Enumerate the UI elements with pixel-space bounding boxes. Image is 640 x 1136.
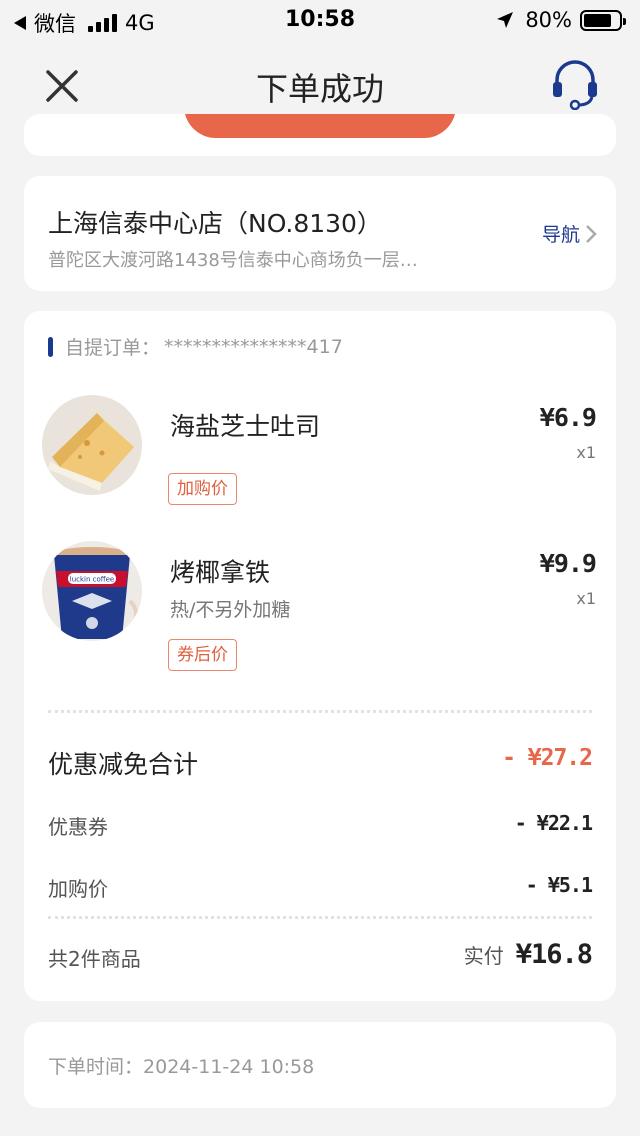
order-item[interactable]: luckin coffee 烤椰拿铁 热/不另外加糖 券后价 ¥9.9 x1 bbox=[24, 541, 616, 671]
item-quantity: x1 bbox=[576, 443, 596, 462]
order-success-page: 微信 4G 10:58 80% 下单成功 上海信泰中心店（NO.8130） 普陀… bbox=[0, 0, 640, 1136]
battery-icon bbox=[580, 9, 626, 31]
price-tag: 加购价 bbox=[168, 473, 237, 505]
order-number: ***************417 bbox=[164, 335, 343, 358]
page-title: 下单成功 bbox=[255, 70, 384, 108]
product-image-toast bbox=[42, 395, 142, 495]
navigate-label: 导航 bbox=[541, 224, 580, 246]
price-tag: 券后价 bbox=[168, 639, 237, 671]
order-time-value: 2024-11-24 10:58 bbox=[143, 1056, 315, 1078]
addon-value: - ¥5.1 bbox=[525, 873, 593, 897]
item-name: 烤椰拿铁 bbox=[170, 558, 271, 587]
location-arrow-icon bbox=[497, 12, 514, 28]
order-time-label: 下单时间： bbox=[48, 1056, 144, 1078]
item-spec: 热/不另外加糖 bbox=[170, 599, 291, 621]
item-price: ¥9.9 bbox=[539, 549, 597, 578]
headset-icon bbox=[553, 60, 597, 111]
item-price: ¥6.9 bbox=[539, 403, 597, 432]
status-bar: 微信 4G 10:58 80% bbox=[0, 0, 640, 40]
chevron-right-icon bbox=[586, 224, 597, 243]
coupon-value: - ¥22.1 bbox=[514, 811, 593, 835]
customer-service-button[interactable] bbox=[550, 58, 600, 111]
battery-percent: 80% bbox=[525, 8, 572, 32]
paid-value: ¥16.8 bbox=[515, 939, 593, 970]
order-type-label: 自提订单： bbox=[65, 337, 161, 359]
battery-cap bbox=[623, 17, 626, 25]
navigate-button[interactable]: 导航 bbox=[542, 220, 598, 247]
paid-amount: 实付 ¥16.8 bbox=[463, 939, 593, 970]
store-address: 普陀区大渡河路1438号信泰中心商场负一层… bbox=[48, 250, 418, 271]
divider bbox=[48, 916, 592, 919]
item-count-label: 共2件商品 bbox=[48, 947, 141, 971]
order-time: 下单时间：2024-11-24 10:58 bbox=[48, 1052, 314, 1079]
status-right: 80% bbox=[495, 8, 626, 32]
product-image-latte: luckin coffee bbox=[42, 541, 142, 641]
order-header: 自提订单： ***************417 bbox=[48, 333, 343, 360]
store-name: 上海信泰中心店（NO.8130） bbox=[48, 209, 382, 238]
discount-total-value: - ¥27.2 bbox=[502, 745, 593, 771]
order-item[interactable]: 海盐芝士吐司 加购价 ¥6.9 x1 bbox=[24, 395, 616, 525]
coupon-label: 优惠券 bbox=[48, 815, 108, 839]
order-status-card bbox=[24, 114, 616, 156]
order-time-card: 下单时间：2024-11-24 10:58 bbox=[24, 1022, 616, 1108]
discount-total-label: 优惠减免合计 bbox=[48, 750, 199, 779]
battery-fill bbox=[584, 13, 612, 27]
item-quantity: x1 bbox=[576, 589, 596, 608]
paid-label: 实付 bbox=[463, 944, 504, 968]
order-detail-card: 自提订单： ***************417 海盐芝士吐司 加购价 ¥6.9 bbox=[24, 311, 616, 1001]
cup-brand-text: luckin coffee bbox=[70, 576, 114, 584]
primary-action-button[interactable] bbox=[184, 114, 456, 138]
store-card: 上海信泰中心店（NO.8130） 普陀区大渡河路1438号信泰中心商场负一层… … bbox=[24, 176, 616, 291]
item-name: 海盐芝士吐司 bbox=[170, 412, 321, 441]
addon-label: 加购价 bbox=[48, 877, 108, 901]
divider bbox=[48, 710, 592, 713]
accent-bar bbox=[48, 336, 53, 357]
